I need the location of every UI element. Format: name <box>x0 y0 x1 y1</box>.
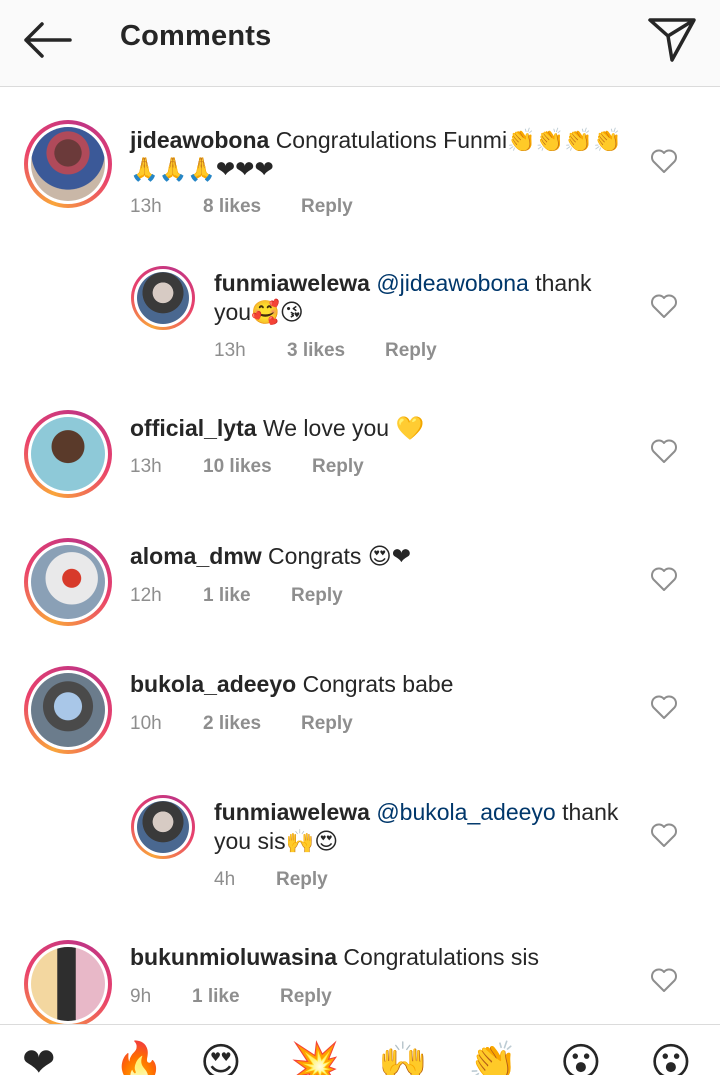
comment-likes[interactable]: 1 like <box>203 585 291 607</box>
like-button[interactable] <box>650 967 678 993</box>
avatar[interactable] <box>24 666 112 754</box>
like-button[interactable] <box>650 438 678 464</box>
comment-text: jideawobona Congratulations Funmi👏👏👏👏🙏🙏🙏… <box>130 126 630 184</box>
quick-reaction-bar: ❤ 🔥 😍 💥 🙌 👏 😮 😮 <box>0 1024 720 1075</box>
reaction-surprised[interactable]: 😮 <box>650 1043 692 1075</box>
comment-meta: 9h 1 like Reply <box>130 986 332 1008</box>
avatar[interactable] <box>24 538 112 626</box>
comment-mention[interactable]: @bukola_adeeyo <box>376 799 555 825</box>
reply-button[interactable]: Reply <box>312 456 364 478</box>
comment-text: bukola_adeeyo Congrats babe <box>130 670 630 699</box>
reaction-surprised[interactable]: 😮 <box>560 1043 602 1075</box>
heart-outline-icon <box>651 439 677 463</box>
comment-likes[interactable]: 1 like <box>192 986 280 1008</box>
reaction-boom[interactable]: 💥 <box>290 1043 340 1075</box>
reply-button[interactable]: Reply <box>280 986 332 1008</box>
comment-username[interactable]: jideawobona <box>130 127 269 153</box>
like-button[interactable] <box>650 293 678 319</box>
comment-meta: 13h 8 likes Reply <box>130 196 353 218</box>
comment-time: 13h <box>130 456 162 477</box>
comment-text: official_lyta We love you 💛 <box>130 414 630 443</box>
comment-username[interactable]: bukunmioluwasina <box>130 944 337 970</box>
heart-outline-icon <box>651 149 677 173</box>
like-button[interactable] <box>650 694 678 720</box>
comment-text: funmiawelewa @bukola_adeeyo thank you si… <box>214 798 634 856</box>
comment-meta: 13h 10 likes Reply <box>130 456 364 478</box>
comment-time: 13h <box>130 196 162 217</box>
comment-likes[interactable]: 2 likes <box>203 713 301 735</box>
avatar[interactable] <box>131 795 195 859</box>
comment-mention[interactable]: @jideawobona <box>376 270 529 296</box>
comment-username[interactable]: aloma_dmw <box>130 543 262 569</box>
comment-meta: 13h 3 likes Reply <box>214 340 437 362</box>
reply-button[interactable]: Reply <box>276 869 328 891</box>
comment-time: 12h <box>130 585 162 606</box>
comment-body: Congrats babe <box>302 671 454 697</box>
comment-body: We love you 💛 <box>262 415 425 441</box>
comment-likes[interactable]: 8 likes <box>203 196 301 218</box>
comment-body: Congratulations sis <box>343 944 540 970</box>
like-button[interactable] <box>650 822 678 848</box>
comment-likes[interactable]: 10 likes <box>203 456 312 478</box>
avatar[interactable] <box>24 120 112 208</box>
avatar[interactable] <box>24 410 112 498</box>
reply-button[interactable]: Reply <box>301 713 353 735</box>
reaction-heart-eyes[interactable]: 😍 <box>200 1043 242 1075</box>
comment-time: 10h <box>130 713 162 734</box>
reply-button[interactable]: Reply <box>385 340 437 362</box>
heart-outline-icon <box>651 968 677 992</box>
comment-likes[interactable]: 3 likes <box>287 340 385 362</box>
back-button[interactable] <box>20 18 76 62</box>
comment-time: 4h <box>214 869 236 890</box>
heart-outline-icon <box>651 823 677 847</box>
comment-meta: 12h 1 like Reply <box>130 585 343 607</box>
heart-outline-icon <box>651 695 677 719</box>
reply-button[interactable]: Reply <box>291 585 343 607</box>
comment-username[interactable]: bukola_adeeyo <box>130 671 296 697</box>
comment-meta: 10h 2 likes Reply <box>130 713 353 735</box>
heart-outline-icon <box>651 294 677 318</box>
heart-outline-icon <box>651 567 677 591</box>
avatar[interactable] <box>131 266 195 330</box>
reaction-clap[interactable]: 👏 <box>468 1043 518 1075</box>
comment-time: 13h <box>214 340 246 361</box>
comment-text: funmiawelewa @jideawobona thank you🥰😘 <box>214 269 634 327</box>
reply-button[interactable]: Reply <box>301 196 353 218</box>
reaction-heart[interactable]: ❤ <box>22 1043 56 1075</box>
paper-plane-icon <box>648 18 696 62</box>
comment-body: Congrats 😍❤ <box>268 543 412 569</box>
share-button[interactable] <box>644 12 700 64</box>
comment-username[interactable]: official_lyta <box>130 415 257 441</box>
reaction-raised-hands[interactable]: 🙌 <box>378 1043 428 1075</box>
comment-text: bukunmioluwasina Congratulations sis <box>130 943 630 972</box>
comment-text: aloma_dmw Congrats 😍❤ <box>130 542 630 571</box>
like-button[interactable] <box>650 566 678 592</box>
like-button[interactable] <box>650 148 678 174</box>
reaction-fire[interactable]: 🔥 <box>114 1043 164 1075</box>
avatar[interactable] <box>24 940 112 1028</box>
page-title: Comments <box>120 20 272 52</box>
comment-meta: 4h Reply <box>214 869 328 891</box>
comment-username[interactable]: funmiawelewa <box>214 270 370 296</box>
arrow-left-icon <box>24 22 72 58</box>
comment-time: 9h <box>130 986 152 1007</box>
comment-username[interactable]: funmiawelewa <box>214 799 370 825</box>
top-app-bar: Comments <box>0 0 720 87</box>
